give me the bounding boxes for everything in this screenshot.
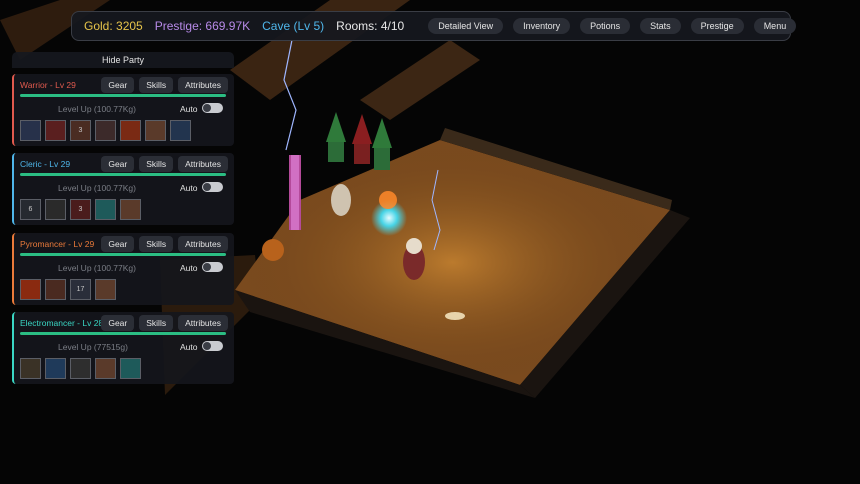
toggle-knob bbox=[203, 342, 211, 350]
storm-skill-icon[interactable] bbox=[70, 358, 91, 379]
auto-label: Auto bbox=[180, 263, 198, 273]
toggle-knob bbox=[203, 263, 211, 271]
skills-tab[interactable]: Skills bbox=[139, 236, 174, 252]
prestige-counter: Prestige: 669.97K bbox=[154, 19, 251, 33]
eye-skill-icon[interactable] bbox=[120, 199, 141, 220]
auto-toggle[interactable] bbox=[202, 103, 223, 113]
skill-bar: 3 bbox=[20, 120, 195, 141]
location-label: Cave (Lv 5) bbox=[262, 19, 325, 33]
shout-skill-icon[interactable]: 3 bbox=[70, 120, 91, 141]
attributes-tab[interactable]: Attributes bbox=[178, 315, 228, 331]
attributes-tab[interactable]: Attributes bbox=[178, 77, 228, 93]
auto-toggle[interactable] bbox=[202, 262, 223, 272]
xp-bar bbox=[20, 94, 226, 97]
auto-label: Auto bbox=[180, 342, 198, 352]
hero-card: Electromancer - Lv 28 Gear Skills Attrib… bbox=[12, 312, 234, 384]
skills-tab[interactable]: Skills bbox=[139, 77, 174, 93]
xp-bar-fill bbox=[20, 253, 226, 256]
attributes-tab[interactable]: Attributes bbox=[178, 156, 228, 172]
auto-toggle[interactable] bbox=[202, 182, 223, 192]
eye-skill-icon[interactable] bbox=[95, 358, 116, 379]
fury-skill-icon[interactable] bbox=[120, 120, 141, 141]
surge-skill-icon[interactable] bbox=[120, 358, 141, 379]
stats-button[interactable]: Stats bbox=[640, 18, 681, 34]
skill-bar: 17 bbox=[20, 279, 120, 300]
potions-button[interactable]: Potions bbox=[580, 18, 631, 34]
hero-tabs: Gear Skills Attributes bbox=[96, 156, 228, 172]
level-up-button[interactable]: Level Up (100.77Kg) bbox=[58, 183, 136, 193]
skills-tab[interactable]: Skills bbox=[139, 315, 174, 331]
hero-card: Pyromancer - Lv 29 Gear Skills Attribute… bbox=[12, 233, 234, 305]
skills-tab[interactable]: Skills bbox=[139, 156, 174, 172]
hero-tabs: Gear Skills Attributes bbox=[96, 315, 228, 331]
lightning-skill-icon[interactable] bbox=[45, 358, 66, 379]
flame-skill-icon[interactable] bbox=[45, 279, 66, 300]
xp-bar bbox=[20, 332, 226, 335]
slash-skill-icon[interactable] bbox=[45, 120, 66, 141]
gear-tab[interactable]: Gear bbox=[101, 236, 135, 252]
toggle-knob bbox=[203, 183, 211, 191]
skill-bar: 63 bbox=[20, 199, 145, 220]
hero-card: Warrior - Lv 29 Gear Skills Attributes L… bbox=[12, 74, 234, 146]
smite-skill-icon[interactable]: 3 bbox=[70, 199, 91, 220]
level-up-button[interactable]: Level Up (77515g) bbox=[58, 342, 128, 352]
top-status-bar: Gold: 3205 Prestige: 669.97K Cave (Lv 5)… bbox=[71, 11, 797, 41]
menu-button[interactable]: Menu bbox=[753, 18, 797, 34]
auto-toggle[interactable] bbox=[202, 341, 223, 351]
eye-skill-icon[interactable] bbox=[95, 279, 116, 300]
xp-bar bbox=[20, 173, 226, 176]
gold-counter: Gold: 3205 bbox=[84, 19, 143, 33]
spark-skill-icon[interactable] bbox=[20, 358, 41, 379]
xp-bar bbox=[20, 253, 226, 256]
gear-tab[interactable]: Gear bbox=[101, 77, 135, 93]
xp-bar-fill bbox=[20, 173, 226, 176]
hide-party-button[interactable]: Hide Party bbox=[12, 52, 234, 68]
detailed-view-button[interactable]: Detailed View bbox=[428, 18, 504, 34]
hero-tabs: Gear Skills Attributes bbox=[96, 77, 228, 93]
prayer-skill-icon[interactable]: 6 bbox=[20, 199, 41, 220]
hero-name: Cleric - Lv 29 bbox=[20, 159, 71, 169]
eye-skill-icon[interactable] bbox=[145, 120, 166, 141]
armor-skill-icon[interactable] bbox=[95, 120, 116, 141]
fireball-skill-icon[interactable] bbox=[20, 279, 41, 300]
level-up-button[interactable]: Level Up (100.77Kg) bbox=[58, 104, 136, 114]
auto-label: Auto bbox=[180, 104, 198, 114]
star-skill-icon[interactable] bbox=[170, 120, 191, 141]
auto-label: Auto bbox=[180, 183, 198, 193]
hero-name: Warrior - Lv 29 bbox=[20, 80, 76, 90]
skill-bar bbox=[20, 358, 145, 379]
gear-tab[interactable]: Gear bbox=[101, 315, 135, 331]
hero-card: Cleric - Lv 29 Gear Skills Attributes Le… bbox=[12, 153, 234, 225]
xp-bar-fill bbox=[20, 94, 226, 97]
prestige-button[interactable]: Prestige bbox=[690, 18, 744, 34]
hero-name: Pyromancer - Lv 29 bbox=[20, 239, 95, 249]
attributes-tab[interactable]: Attributes bbox=[178, 236, 228, 252]
inventory-button[interactable]: Inventory bbox=[513, 18, 571, 34]
shield-skill-icon[interactable] bbox=[20, 120, 41, 141]
rooms-counter: Rooms: 4/10 bbox=[336, 19, 405, 33]
xp-bar-fill bbox=[20, 332, 226, 335]
heal-skill-icon[interactable] bbox=[95, 199, 116, 220]
meteor-skill-icon[interactable]: 17 bbox=[70, 279, 91, 300]
toggle-knob bbox=[203, 104, 211, 112]
bless-skill-icon[interactable] bbox=[45, 199, 66, 220]
gear-tab[interactable]: Gear bbox=[101, 156, 135, 172]
level-up-button[interactable]: Level Up (100.77Kg) bbox=[58, 263, 136, 273]
hero-name: Electromancer - Lv 28 bbox=[20, 318, 104, 328]
hero-tabs: Gear Skills Attributes bbox=[96, 236, 228, 252]
